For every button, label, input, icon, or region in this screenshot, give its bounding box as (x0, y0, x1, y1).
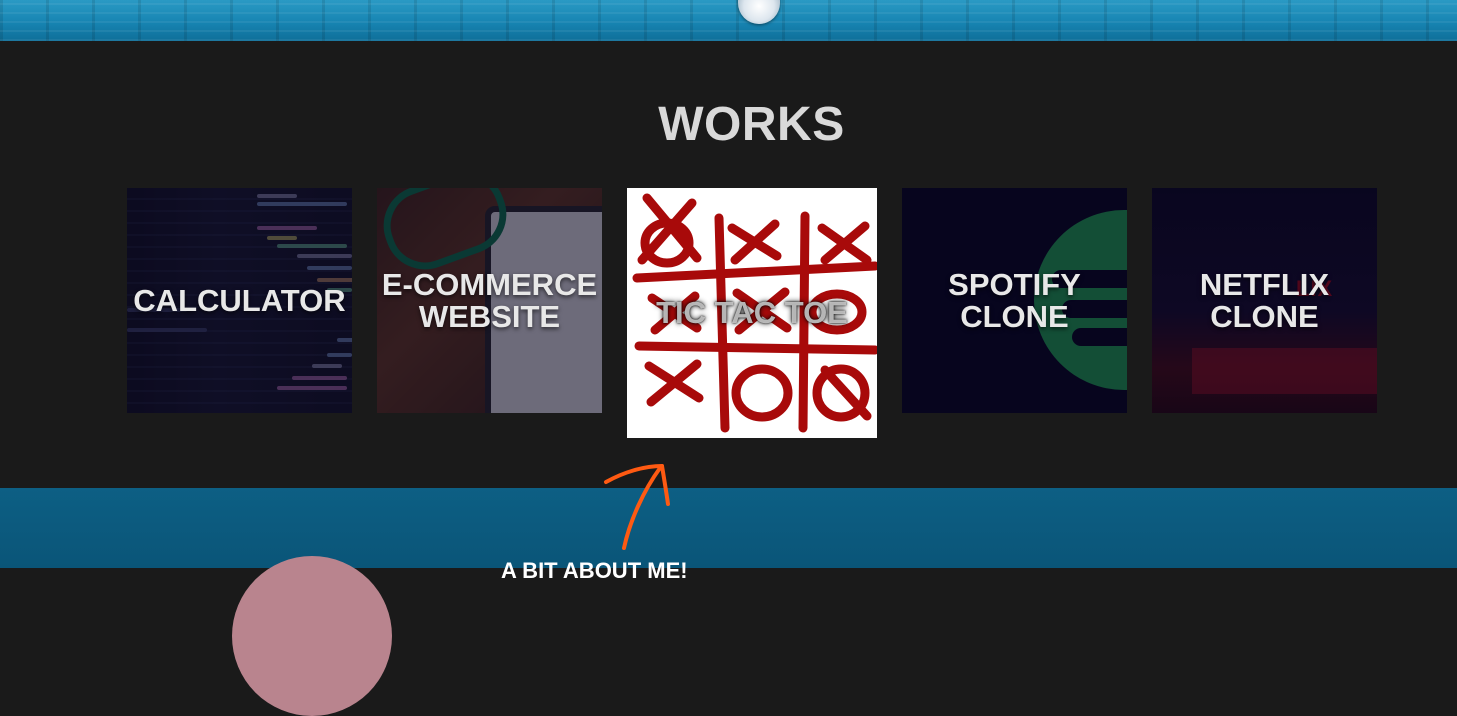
project-card-label: TIC TAC TOE (656, 295, 848, 330)
project-card-label: SPOTIFY CLONE (948, 266, 1081, 334)
hand-drawn-arrow-icon (604, 464, 670, 550)
works-section: WORKS CALCULATOR E-COMMERCE WEBSITE TIC … (0, 41, 1457, 488)
about-heading: A BIT ABOUT ME! (501, 558, 688, 583)
works-title: WORKS (658, 98, 845, 151)
project-card-netflix-clone[interactable]: LIX NETFLIX CLONE (1152, 188, 1377, 413)
about-section: A BIT ABOUT ME! (0, 488, 1457, 716)
project-card-ecommerce[interactable]: E-COMMERCE WEBSITE (377, 188, 602, 413)
header-banner (0, 0, 1457, 41)
project-card-label: E-COMMERCE WEBSITE (381, 266, 598, 334)
avatar (232, 556, 392, 716)
project-card-spotify-clone[interactable]: SPOTIFY CLONE (902, 188, 1127, 413)
project-card-label: CALCULATOR (133, 282, 346, 318)
project-card-label: NETFLIX CLONE (1199, 266, 1330, 334)
project-card-calculator[interactable]: CALCULATOR (127, 188, 352, 413)
lightbulb-icon (738, 0, 780, 24)
project-card-tic-tac-toe[interactable]: TIC TAC TOE (627, 188, 877, 438)
